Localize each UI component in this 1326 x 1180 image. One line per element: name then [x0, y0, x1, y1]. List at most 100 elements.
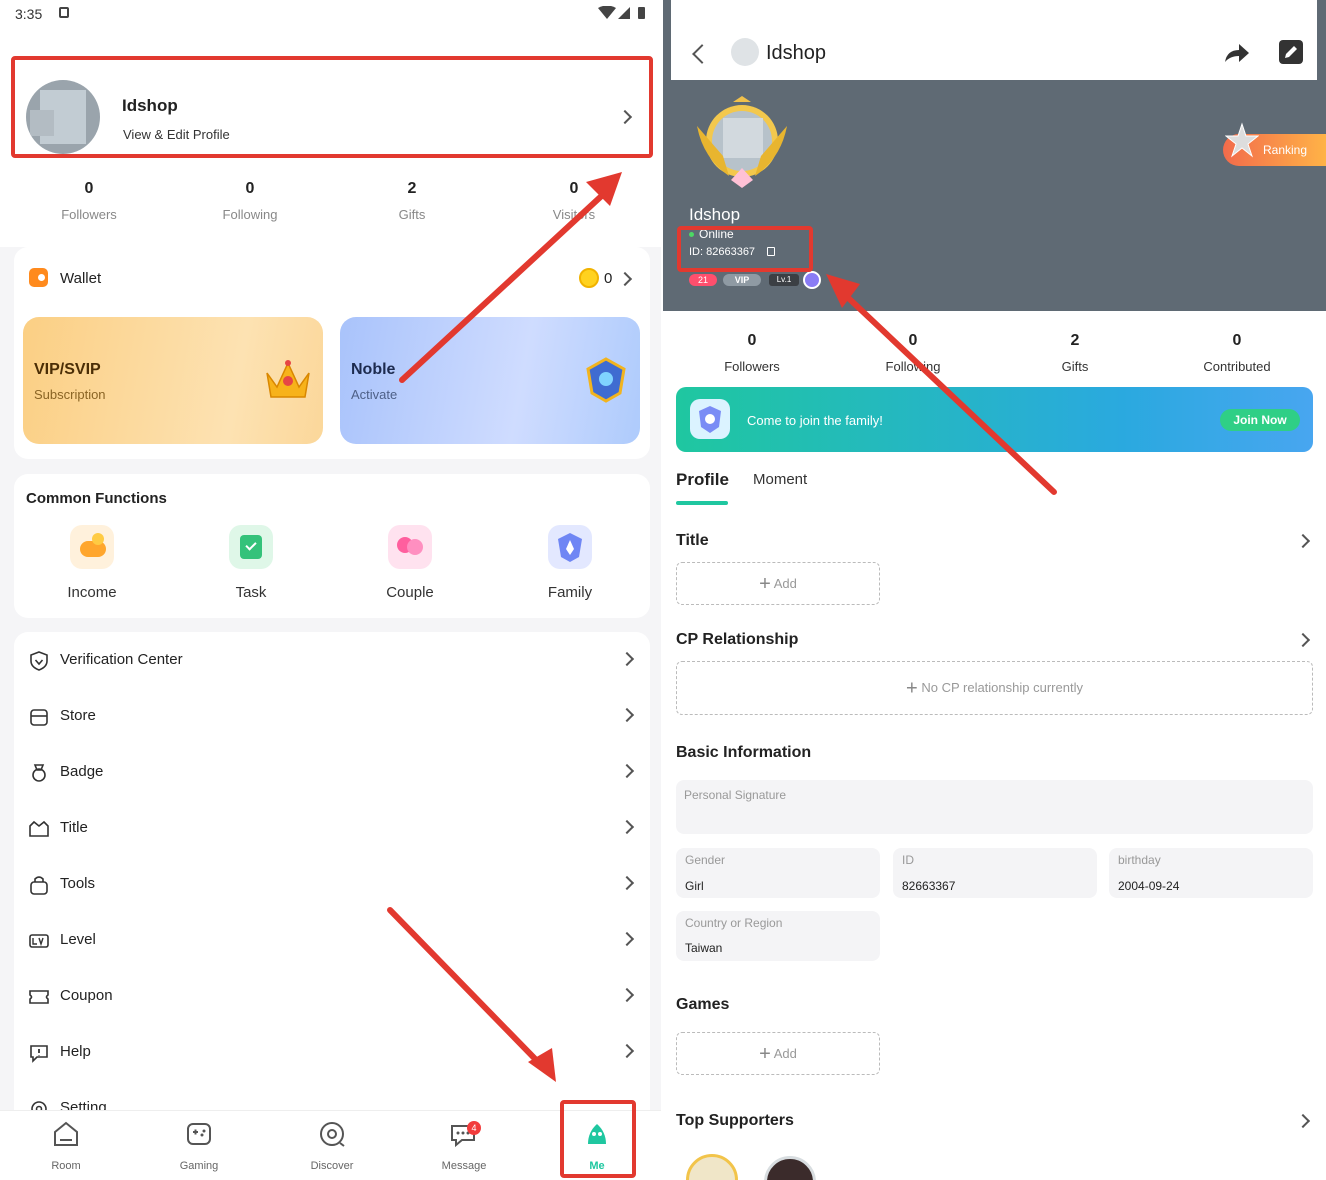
task-item[interactable]: Task — [191, 522, 311, 601]
gender-field: Gender Girl — [676, 848, 880, 898]
unread-badge: 4 — [467, 1121, 481, 1135]
add-title-button[interactable]: + Add — [676, 562, 880, 605]
menu-label: Level — [60, 931, 96, 948]
followers-label: Followers — [724, 359, 780, 374]
task-icon — [229, 525, 273, 569]
header-edge — [663, 0, 671, 80]
contributed-count[interactable]: 0 — [1177, 332, 1297, 350]
tab-moment[interactable]: Moment — [753, 471, 807, 488]
verification-center-row[interactable]: Verification Center — [14, 632, 650, 688]
title-icon — [29, 820, 49, 837]
followers-count[interactable]: 0 — [29, 180, 149, 198]
field-value: Girl — [685, 879, 704, 893]
highlight-box — [11, 56, 653, 158]
chevron-right-icon — [619, 931, 635, 947]
tab-indicator — [676, 501, 728, 505]
visitors-count[interactable]: 0 — [514, 180, 634, 198]
header-edge — [1317, 0, 1326, 80]
back-arrow-icon[interactable] — [692, 44, 712, 64]
plus-icon: + — [759, 573, 771, 596]
vip-card[interactable]: VIP/SVIP Subscription — [23, 317, 323, 444]
followers-count[interactable]: 0 — [692, 332, 812, 350]
field-value: 82663367 — [902, 879, 956, 893]
discover-icon — [320, 1122, 345, 1147]
ranking-badge[interactable]: Ranking — [1223, 122, 1326, 166]
share-icon[interactable] — [1224, 42, 1250, 64]
shield-icon — [30, 651, 48, 671]
family-banner[interactable]: Come to join the family! Join Now — [676, 387, 1313, 452]
wallet-icon — [29, 268, 48, 287]
highlight-box — [677, 226, 813, 272]
nav-gaming[interactable]: Gaming — [139, 1118, 259, 1172]
tab-profile[interactable]: Profile — [676, 470, 729, 490]
field-value: Taiwan — [685, 941, 723, 955]
gifts-count[interactable]: 2 — [352, 180, 472, 198]
noble-emblem-icon — [586, 357, 626, 403]
badge-icon — [32, 764, 46, 782]
trophy-icon — [1225, 122, 1259, 158]
join-now-button[interactable]: Join Now — [1220, 409, 1300, 431]
coupon-row[interactable]: Coupon — [14, 968, 650, 1024]
menu-label: Tools — [60, 875, 96, 892]
cp-empty-box[interactable]: + No CP relationship currently — [676, 661, 1313, 715]
field-label: Country or Region — [685, 916, 783, 930]
add-game-button[interactable]: + Add — [676, 1032, 880, 1075]
family-item[interactable]: Family — [510, 522, 630, 601]
gifts-count[interactable]: 2 — [1015, 332, 1135, 350]
nav-room[interactable]: Room — [6, 1118, 126, 1172]
nav-label: Message — [441, 1160, 487, 1172]
store-row[interactable]: Store — [14, 688, 650, 744]
menu-label: Verification Center — [60, 651, 183, 668]
region-field: Country or Region Taiwan — [676, 911, 880, 961]
family-banner-text: Come to join the family! — [747, 413, 883, 428]
following-count[interactable]: 0 — [853, 332, 973, 350]
plus-icon: + — [759, 1043, 771, 1066]
chevron-right-icon — [619, 1043, 635, 1059]
games-heading: Games — [676, 996, 730, 1013]
vip-subtitle: Subscription — [34, 387, 106, 402]
badge-row[interactable]: Badge — [14, 744, 650, 800]
basic-info-heading: Basic Information — [676, 744, 812, 761]
help-row[interactable]: Help — [14, 1024, 650, 1080]
store-icon — [30, 709, 48, 726]
top-supporters-heading: Top Supporters — [676, 1112, 794, 1129]
menu-label: Title — [60, 819, 88, 836]
title-row[interactable]: Title — [14, 800, 650, 856]
chevron-right-icon — [619, 707, 635, 723]
task-label: Task — [235, 584, 267, 601]
income-item[interactable]: Income — [32, 522, 152, 601]
couple-label: Couple — [386, 584, 434, 601]
header-avatar — [731, 38, 759, 66]
nav-message[interactable]: 4 Message — [404, 1118, 524, 1172]
profile-name: Idshop — [689, 205, 741, 224]
home-icon — [54, 1121, 78, 1146]
chevron-right-icon — [619, 651, 635, 667]
lv-badge: Lv.1 — [769, 274, 799, 286]
nav-label: Room — [51, 1160, 81, 1172]
noble-title: Noble — [351, 361, 396, 378]
avatar-frame[interactable] — [693, 96, 791, 190]
level-icon — [29, 934, 49, 948]
menu-label: Badge — [60, 763, 104, 780]
menu-label: Help — [60, 1043, 91, 1060]
gamepad-icon — [187, 1123, 211, 1145]
vip-title: VIP/SVIP — [34, 361, 101, 378]
signature-field[interactable]: Personal Signature — [676, 780, 1313, 834]
cp-empty-text: No CP relationship currently — [921, 680, 1083, 695]
field-value: 2004-09-24 — [1118, 879, 1180, 893]
following-count[interactable]: 0 — [190, 180, 310, 198]
wallet-label[interactable]: Wallet — [60, 270, 101, 287]
noble-card[interactable]: Noble Activate — [340, 317, 640, 444]
nav-discover[interactable]: Discover — [272, 1118, 392, 1172]
tools-row[interactable]: Tools — [14, 856, 650, 912]
couple-item[interactable]: Couple — [350, 522, 470, 601]
following-label: Following — [885, 359, 941, 374]
level-row[interactable]: Level — [14, 912, 650, 968]
coin-icon — [579, 268, 599, 288]
highlight-box — [560, 1100, 636, 1178]
cp-section-heading: CP Relationship — [676, 631, 799, 648]
ranking-label: Ranking — [1263, 143, 1308, 157]
menu-label: Coupon — [60, 987, 113, 1004]
edit-icon[interactable] — [1279, 40, 1303, 64]
couple-icon — [388, 525, 432, 569]
